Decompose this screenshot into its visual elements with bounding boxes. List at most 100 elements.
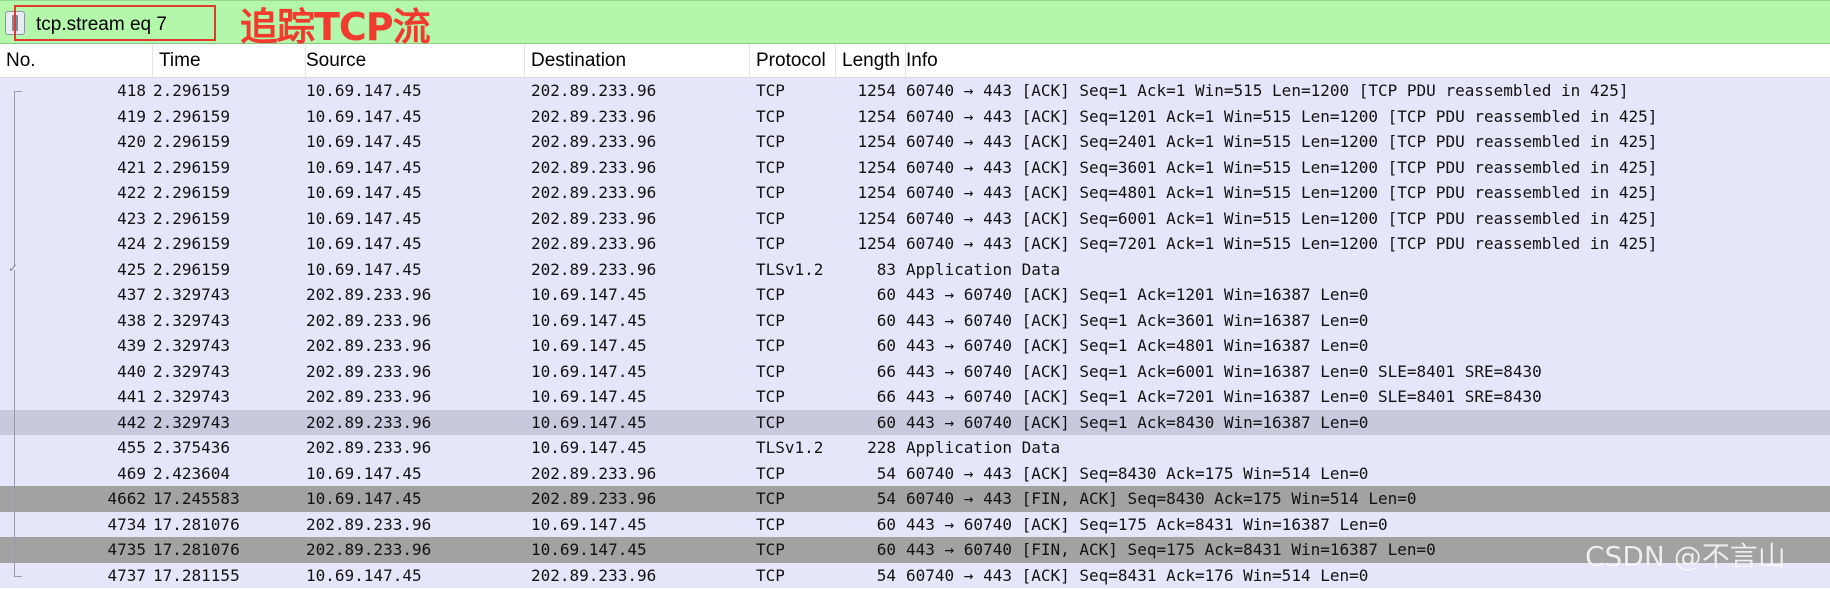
cell-length: 1254	[857, 106, 896, 126]
packet-row[interactable]: 4735 17.281076 202.89.233.96 10.69.147.45 TC…	[0, 537, 1830, 563]
cell-time: 2.423604	[153, 463, 231, 483]
packet-row[interactable]: 4662 17.245583 10.69.147.45 202.89.233.96 TC…	[0, 486, 1830, 512]
cell-source: 10.69.147.45	[306, 234, 422, 253]
packet-row[interactable]: 441 2.329743 202.89.233.96 10.69.147.45 TCP 6…	[0, 384, 1830, 410]
cell-length: 66	[876, 387, 896, 406]
cell-length: 66	[876, 361, 896, 381]
cell-destination: 202.89.233.96	[531, 81, 657, 100]
display-filter-input[interactable]: tcp.stream eq 7	[14, 5, 216, 41]
cell-protocol: TCP	[756, 514, 785, 534]
cell-time: 2.329743	[153, 336, 231, 355]
packet-row[interactable]: 418 2.296159 10.69.147.45 202.89.233.96 TCP 1…	[0, 78, 1830, 104]
column-header-source[interactable]: Source	[300, 44, 525, 78]
cell-protocol: TCP	[756, 489, 785, 508]
packet-row[interactable]: 442 2.329743 202.89.233.96 10.69.147.45 TCP 6…	[0, 409, 1830, 435]
cell-time: 17.245583	[153, 489, 240, 508]
cell-time: 2.296159	[153, 234, 231, 253]
cell-info: 443 → 60740 [ACK] Seq=175 Ack=8431 Win=1…	[906, 514, 1388, 534]
cell-info: 443 → 60740 [ACK] Seq=1 Ack=4801 Win=163…	[906, 336, 1369, 355]
packet-row[interactable]: 420 2.296159 10.69.147.45 202.89.233.96 TCP 1…	[0, 129, 1830, 155]
cell-length: 83	[876, 259, 896, 279]
packet-row[interactable]: 438 2.329743 202.89.233.96 10.69.147.45 TCP 6…	[0, 307, 1830, 333]
packet-row[interactable]: 469 2.423604 10.69.147.45 202.89.233.96 TCP 5…	[0, 460, 1830, 486]
cell-length: 1254	[857, 132, 896, 151]
packet-row[interactable]: 419 2.296159 10.69.147.45 202.89.233.96 TCP 1…	[0, 103, 1830, 129]
cell-source: 10.69.147.45	[306, 183, 422, 202]
cell-protocol: TCP	[756, 183, 785, 202]
cell-protocol: TCP	[756, 132, 785, 151]
column-header-protocol[interactable]: Protocol	[750, 44, 836, 78]
cell-protocol: TCP	[756, 106, 785, 126]
cell-time: 2.296159	[153, 81, 231, 100]
column-header-info[interactable]: Info	[900, 44, 1830, 78]
cell-source: 10.69.147.45	[306, 565, 422, 585]
column-header-length[interactable]: Length	[836, 44, 906, 78]
packet-row[interactable]: 4737 17.281155 10.69.147.45 202.89.233.96 TC…	[0, 562, 1830, 588]
packet-row[interactable]: 437 2.329743 202.89.233.96 10.69.147.45 TCP 6…	[0, 282, 1830, 308]
packet-list-header: No.^ Time Source Destination Protocol Le…	[0, 44, 1830, 78]
packet-row[interactable]: 421 2.296159 10.69.147.45 202.89.233.96 TCP 1…	[0, 154, 1830, 180]
cell-protocol: TCP	[756, 540, 785, 559]
cell-number: 425	[117, 259, 146, 279]
cell-destination: 202.89.233.96	[531, 208, 657, 228]
cell-info: Application Data	[906, 259, 1061, 279]
cell-length: 60	[876, 412, 896, 432]
cell-info: 443 → 60740 [ACK] Seq=1 Ack=6001 Win=163…	[906, 361, 1542, 381]
packet-row[interactable]: 424 2.296159 10.69.147.45 202.89.233.96 TCP 1…	[0, 231, 1830, 257]
cell-number: 4735	[107, 540, 146, 559]
cell-time: 2.296159	[153, 132, 231, 151]
cell-destination: 202.89.233.96	[531, 183, 657, 202]
cell-protocol: TLSv1.2	[756, 438, 824, 457]
packet-row[interactable]: 439 2.329743 202.89.233.96 10.69.147.45 TCP 6…	[0, 333, 1830, 359]
cell-info: 60740 → 443 [ACK] Seq=1 Ack=1 Win=515 Le…	[906, 81, 1629, 100]
cell-time: 2.296159	[153, 259, 231, 279]
column-header-time[interactable]: Time	[153, 44, 306, 78]
cell-number: 422	[117, 183, 146, 202]
cell-source: 10.69.147.45	[306, 489, 422, 508]
cell-protocol: TCP	[756, 412, 785, 432]
cell-length: 1254	[857, 208, 896, 228]
cell-destination: 10.69.147.45	[531, 438, 647, 457]
cell-protocol: TCP	[756, 463, 785, 483]
cell-number: 455	[117, 438, 146, 457]
cell-destination: 202.89.233.96	[531, 234, 657, 253]
cell-source: 202.89.233.96	[306, 361, 432, 381]
cell-destination: 202.89.233.96	[531, 259, 657, 279]
cell-time: 17.281076	[153, 514, 240, 534]
cell-destination: 10.69.147.45	[531, 514, 647, 534]
column-header-no[interactable]: No.^	[0, 44, 153, 78]
cell-number: 437	[117, 285, 146, 304]
cell-time: 2.375436	[153, 438, 231, 457]
packet-row[interactable]: 4734 17.281076 202.89.233.96 10.69.147.45 TC…	[0, 511, 1830, 537]
packet-row[interactable]: 440 2.329743 202.89.233.96 10.69.147.45 TCP 6…	[0, 358, 1830, 384]
column-header-destination[interactable]: Destination	[525, 44, 750, 78]
cell-number: 441	[117, 387, 146, 406]
cell-info: 60740 → 443 [ACK] Seq=3601 Ack=1 Win=515…	[906, 157, 1658, 177]
cell-number: 4662	[107, 489, 146, 508]
cell-source: 202.89.233.96	[306, 285, 432, 304]
cell-info: 443 → 60740 [FIN, ACK] Seq=175 Ack=8431 …	[906, 540, 1436, 559]
cell-time: 2.296159	[153, 183, 231, 202]
cell-protocol: TCP	[756, 157, 785, 177]
packet-row[interactable]: 422 2.296159 10.69.147.45 202.89.233.96 TCP 1…	[0, 180, 1830, 206]
packet-row[interactable]: 425 2.296159 10.69.147.45 202.89.233.96 TLSv…	[0, 256, 1830, 282]
cell-number: 424	[117, 234, 146, 253]
cell-info: 443 → 60740 [ACK] Seq=1 Ack=1201 Win=163…	[906, 285, 1369, 304]
cell-info: 443 → 60740 [ACK] Seq=1 Ack=7201 Win=163…	[906, 387, 1542, 406]
packet-row[interactable]: 423 2.296159 10.69.147.45 202.89.233.96 TCP 1…	[0, 205, 1830, 231]
cell-number: 419	[117, 106, 146, 126]
cell-info: 60740 → 443 [ACK] Seq=1201 Ack=1 Win=515…	[906, 106, 1658, 126]
cell-info: 443 → 60740 [ACK] Seq=1 Ack=3601 Win=163…	[906, 310, 1369, 330]
cell-time: 2.329743	[153, 285, 231, 304]
cell-protocol: TCP	[756, 565, 785, 585]
cell-source: 202.89.233.96	[306, 387, 432, 406]
cell-protocol: TCP	[756, 285, 785, 304]
cell-protocol: TCP	[756, 310, 785, 330]
cell-time: 2.296159	[153, 106, 231, 126]
cell-info: 60740 → 443 [FIN, ACK] Seq=8430 Ack=175 …	[906, 489, 1417, 508]
cell-number: 438	[117, 310, 146, 330]
cell-protocol: TLSv1.2	[756, 259, 824, 279]
cell-length: 60	[876, 336, 896, 355]
cell-source: 10.69.147.45	[306, 157, 422, 177]
packet-row[interactable]: 455 2.375436 202.89.233.96 10.69.147.45 TLSv…	[0, 435, 1830, 461]
